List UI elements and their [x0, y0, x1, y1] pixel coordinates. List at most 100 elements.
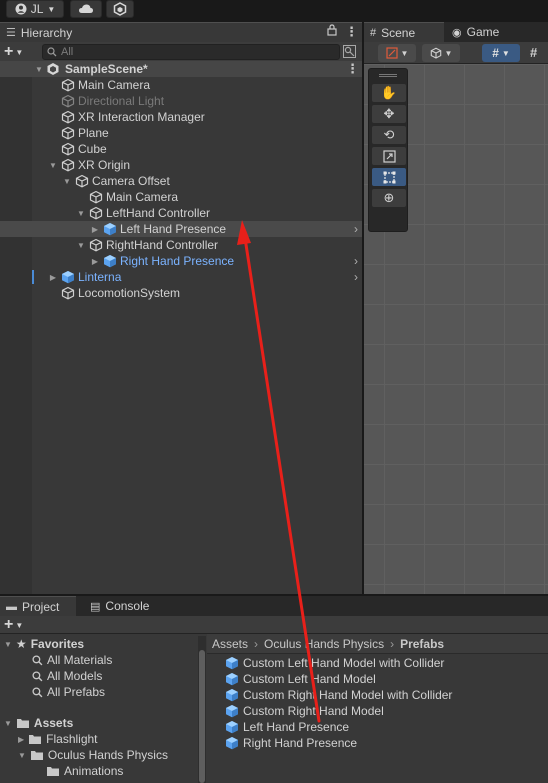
move-tool-button[interactable]: ✥	[372, 105, 406, 123]
hierarchy-item-directional-light[interactable]: Directional Light	[0, 93, 362, 109]
hand-icon: ✋	[380, 85, 398, 100]
search-filter-icon[interactable]	[343, 45, 356, 61]
expand-arrow-icon[interactable]: ▼	[62, 173, 72, 189]
transform-tool-button[interactable]: ⊕	[372, 189, 406, 207]
transform-icon: ⊕	[383, 190, 395, 205]
expand-arrow-icon[interactable]: ▼	[76, 205, 86, 221]
tab-hierarchy[interactable]: ☰ Hierarchy	[0, 22, 362, 42]
tab-console[interactable]: ▤ Console	[84, 596, 164, 616]
expand-arrow-icon[interactable]: ▶	[18, 735, 24, 744]
hierarchy-item-label: Plane	[78, 126, 109, 140]
hierarchy-item-xr-origin[interactable]: ▼ XR Origin	[0, 157, 362, 173]
asset-item[interactable]: Left Hand Presence	[225, 719, 349, 735]
folder-item-flashlight[interactable]: ▶ Flashlight	[18, 731, 98, 747]
tab-scene[interactable]: # Scene	[364, 22, 444, 42]
increment-snap-icon[interactable]: #	[530, 45, 537, 60]
rotate-tool-button[interactable]: ⟲	[372, 126, 406, 144]
cloud-button[interactable]	[70, 0, 102, 18]
hierarchy-item-righthand-controller[interactable]: ▼ RightHand Controller	[0, 237, 362, 253]
folder-item-oculus-hands-physics[interactable]: ▼ Oculus Hands Physics	[18, 747, 168, 763]
hierarchy-item-label: Cube	[78, 142, 107, 156]
add-object-button[interactable]: + ▼	[4, 43, 34, 61]
plus-icon: +	[4, 43, 14, 60]
favorite-item-all-prefabs[interactable]: All Prefabs	[32, 684, 105, 700]
scale-tool-button[interactable]	[372, 147, 406, 165]
lock-icon[interactable]	[327, 24, 337, 39]
favorite-item-all-materials[interactable]: All Materials	[32, 652, 112, 668]
folder-icon: ▬	[6, 600, 17, 613]
transform-tools-overlay: ✋ ✥ ⟲ ⊕	[368, 68, 408, 232]
hierarchy-item-right-hand-presence[interactable]: ▶ Right Hand Presence ›	[0, 253, 362, 269]
account-dropdown[interactable]: JL ▼	[6, 0, 64, 18]
asset-item[interactable]: Right Hand Presence	[225, 735, 357, 751]
chevron-down-icon: ▼	[501, 48, 510, 58]
prefab-cube-icon	[61, 270, 75, 284]
asset-label: Right Hand Presence	[243, 736, 358, 750]
hierarchy-item-lefthand-controller[interactable]: ▼ LeftHand Controller	[0, 205, 362, 221]
more-options-icon[interactable]: ⋮	[345, 24, 358, 40]
expand-arrow-icon[interactable]: ▶	[90, 253, 100, 269]
asset-item[interactable]: Custom Right Hand Model with Collider	[225, 687, 452, 703]
draw-mode-dropdown[interactable]: ▼	[378, 44, 416, 62]
hierarchy-item-cube[interactable]: Cube	[0, 141, 362, 157]
folder-label: Flashlight	[46, 732, 98, 746]
breadcrumb-item-oculus-hands-physics[interactable]: Oculus Hands Physics	[264, 637, 384, 651]
collab-button[interactable]	[106, 0, 134, 18]
asset-item[interactable]: Custom Left Hand Model	[225, 671, 376, 687]
expand-arrow-icon[interactable]: ▶	[90, 221, 100, 237]
expand-arrow-icon[interactable]: ▼	[4, 640, 12, 649]
rect-tool-button[interactable]	[372, 168, 406, 186]
hierarchy-item-main-camera[interactable]: Main Camera	[0, 77, 362, 93]
expand-arrow-icon[interactable]: ▼	[48, 157, 58, 173]
favorites-header[interactable]: ▼ ★ Favorites	[4, 636, 84, 652]
expand-arrow-icon[interactable]: ▶	[48, 269, 58, 285]
tab-game[interactable]: ◉ Game	[446, 22, 526, 42]
hierarchy-item-camera-offset[interactable]: ▼ Camera Offset	[0, 173, 362, 189]
folder-label: Oculus Hands Physics	[47, 748, 168, 762]
assets-header[interactable]: ▼ Assets	[4, 715, 73, 731]
chevron-down-icon: ▼	[15, 47, 24, 57]
expand-arrow-icon[interactable]: ▼	[4, 719, 12, 728]
breadcrumb-item-prefabs[interactable]: Prefabs	[400, 637, 444, 651]
project-assets-list: Assets › Oculus Hands Physics › Prefabs …	[207, 634, 548, 783]
asset-item[interactable]: Custom Left Hand Model with Collider	[225, 655, 444, 671]
render-mode-dropdown[interactable]: ▼	[422, 44, 460, 62]
overlay-drag-handle[interactable]	[379, 74, 397, 77]
folder-tree-scrollbar[interactable]	[198, 636, 206, 783]
collab-icon	[113, 2, 127, 16]
hierarchy-item-linterna[interactable]: ▶ Linterna ›	[0, 269, 362, 285]
more-options-icon[interactable]: ⋮	[346, 61, 359, 77]
hierarchy-item-plane[interactable]: Plane	[0, 125, 362, 141]
scene-row[interactable]: ▼ SampleScene* ⋮	[0, 61, 362, 77]
folder-item-animations[interactable]: Animations	[46, 763, 123, 779]
prefab-cube-icon	[226, 689, 238, 702]
expand-arrow-icon[interactable]: ▼	[76, 237, 86, 253]
modified-indicator	[32, 270, 34, 284]
grid-icon: #	[370, 26, 377, 39]
expand-arrow-icon[interactable]: ▼	[34, 61, 44, 77]
tab-project[interactable]: ▬ Project	[0, 596, 76, 616]
draw-mode-icon	[385, 47, 398, 59]
asset-label: Custom Right Hand Model with Collider	[243, 688, 453, 702]
expand-arrow-icon[interactable]: ▼	[18, 751, 26, 760]
hierarchy-search-field[interactable]: All	[42, 44, 340, 60]
breadcrumb-item-assets[interactable]: Assets	[212, 637, 248, 651]
create-asset-button[interactable]: + ▼	[4, 616, 34, 634]
asset-label: Custom Left Hand Model with Collider	[243, 656, 445, 670]
search-icon	[32, 654, 43, 665]
chevron-right-icon[interactable]: ›	[354, 254, 358, 268]
hierarchy-item-xr-interaction-manager[interactable]: XR Interaction Manager	[0, 109, 362, 125]
scrollbar-thumb[interactable]	[199, 650, 205, 783]
scene-toolbar: ▼ ▼ # ▼ #	[364, 42, 548, 64]
chevron-right-icon[interactable]: ›	[354, 222, 358, 236]
chevron-right-icon[interactable]: ›	[354, 270, 358, 284]
hierarchy-item-left-hand-presence[interactable]: ▶ Left Hand Presence ›	[0, 221, 362, 237]
rect-transform-icon	[383, 171, 395, 183]
favorite-item-all-models[interactable]: All Models	[32, 668, 102, 684]
hierarchy-item-locomotion-system[interactable]: LocomotionSystem	[0, 285, 362, 301]
hand-tool-button[interactable]: ✋	[372, 84, 406, 102]
hierarchy-item-label: Main Camera	[106, 190, 179, 204]
asset-item[interactable]: Custom Right Hand Model	[225, 703, 384, 719]
grid-snapping-toggle[interactable]: # ▼	[482, 44, 520, 62]
hierarchy-item-main-camera-child[interactable]: Main Camera	[0, 189, 362, 205]
